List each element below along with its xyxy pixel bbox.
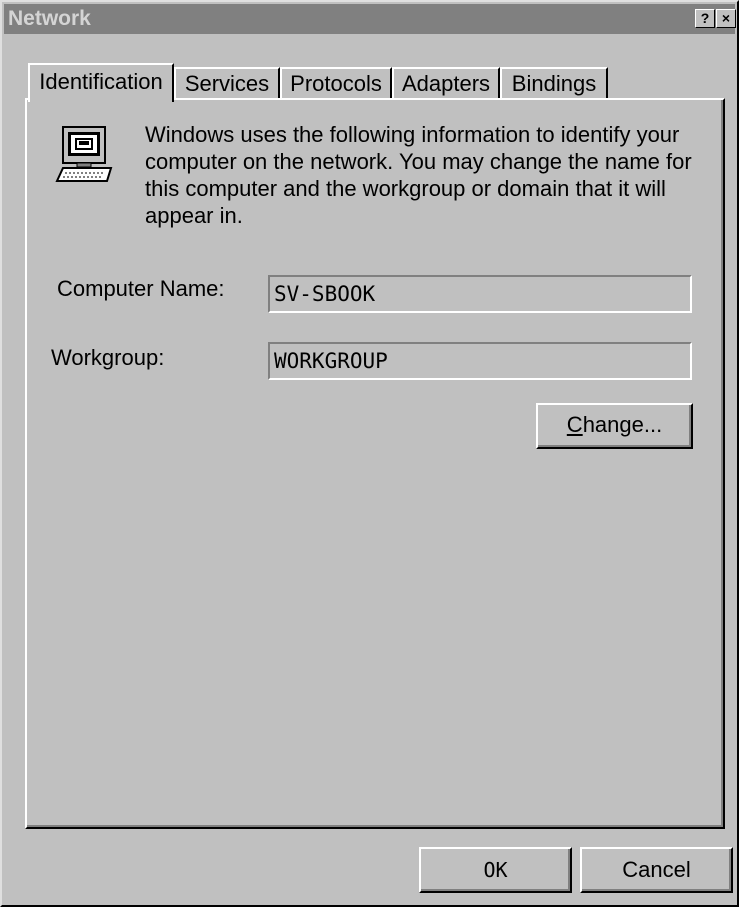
tab-services[interactable]: Services [174, 67, 280, 100]
tab-adapters[interactable]: Adapters [392, 67, 500, 100]
cancel-button[interactable]: Cancel [580, 847, 733, 893]
title-bar[interactable]: Network ? × [4, 4, 736, 34]
close-button[interactable]: × [716, 9, 736, 28]
tab-protocols-label: Protocols [290, 71, 382, 96]
tab-bindings-label: Bindings [511, 71, 597, 96]
tab-identification[interactable]: Identification [28, 63, 174, 102]
ok-button-label: OK [483, 858, 508, 882]
tab-identification-label: Identification [39, 69, 163, 94]
window-title: Network [8, 7, 91, 30]
cancel-button-label: Cancel [622, 857, 691, 882]
help-button[interactable]: ? [695, 9, 715, 28]
tab-protocols[interactable]: Protocols [280, 67, 392, 100]
identification-panel [25, 98, 725, 829]
tab-bindings[interactable]: Bindings [500, 67, 608, 100]
tab-services-label: Services [184, 71, 270, 96]
tab-adapters-label: Adapters [401, 71, 491, 96]
ok-button[interactable]: OK [419, 847, 572, 893]
